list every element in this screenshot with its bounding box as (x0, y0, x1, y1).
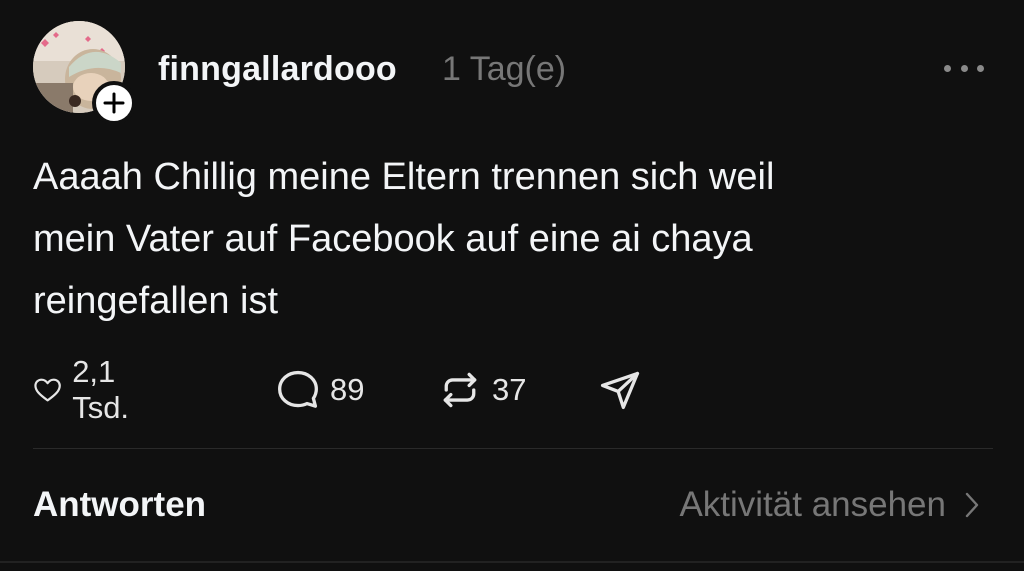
post-text: Aaaah Chillig meine Eltern trennen sich … (33, 146, 933, 332)
repost-icon (443, 372, 477, 408)
repost-count: 37 (492, 372, 527, 407)
profile-avatar-container[interactable] (33, 21, 136, 125)
more-options-button[interactable] (944, 56, 984, 80)
more-dots-icon (977, 64, 984, 72)
post-text-line: Aaaah Chillig meine Eltern trennen sich … (33, 156, 775, 198)
post-text-line: mein Vater auf Facebook auf eine ai chay… (33, 218, 753, 260)
comment-bubble-icon (278, 370, 318, 408)
comment-button[interactable]: 89 (276, 364, 364, 416)
send-icon (600, 371, 640, 410)
like-button[interactable]: 2,1 Tsd. (33, 354, 144, 425)
repost-button[interactable]: 37 (438, 364, 526, 416)
share-button[interactable] (598, 364, 642, 416)
follow-button[interactable] (92, 81, 136, 125)
heart-icon (34, 378, 61, 402)
plus-icon (103, 92, 125, 114)
replies-heading: Antworten (33, 485, 207, 524)
post-text-line: reingefallen ist (33, 280, 279, 322)
view-activity-label: Aktivität ansehen (679, 485, 946, 524)
view-activity-link[interactable]: Aktivität ansehen (679, 485, 980, 525)
divider (33, 448, 993, 449)
timestamp: 1 Tag(e) (442, 50, 567, 88)
more-dots-icon (944, 64, 951, 72)
chevron-right-icon (965, 492, 979, 518)
thread-post: finngallardooo 1 Tag(e) Aaaah Chillig me… (0, 0, 1024, 571)
bottom-divider (0, 561, 1024, 563)
username[interactable]: finngallardooo (158, 50, 397, 89)
comment-count: 89 (330, 372, 365, 407)
like-count: 2,1 Tsd. (72, 354, 130, 425)
more-dots-icon (960, 64, 968, 72)
